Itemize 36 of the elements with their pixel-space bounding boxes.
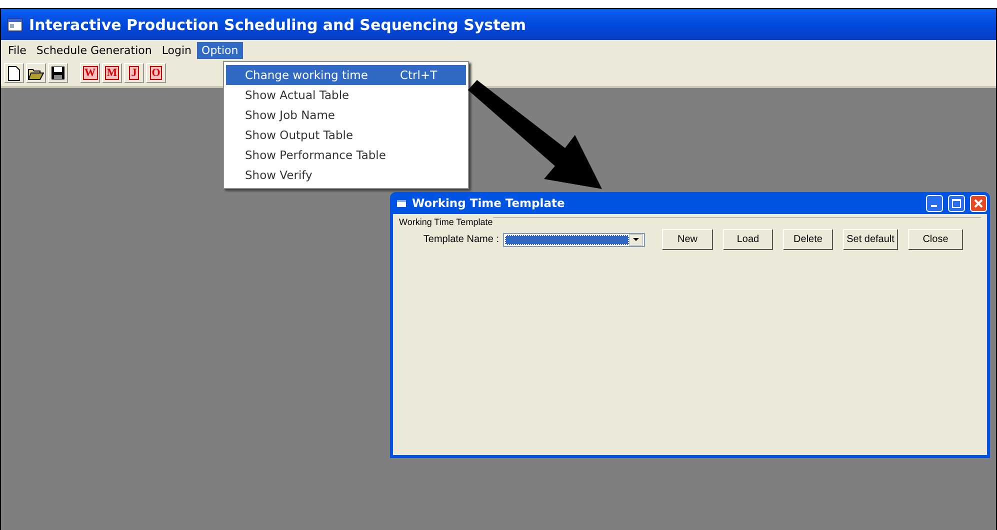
close-button[interactable] [970,194,987,212]
dialog-button[interactable]: Delete [783,229,833,250]
toolbar-button[interactable] [4,63,24,83]
dialog-button[interactable]: Close [908,229,963,250]
dialog-button[interactable]: Load [723,229,773,250]
menu-item[interactable]: Option [196,42,244,58]
group-label: Working Time Template [399,217,493,227]
template-name-dropdown[interactable] [503,232,645,246]
shortcut-label: Ctrl+T [400,68,438,82]
menu-item[interactable]: File [3,42,32,58]
menu-item[interactable]: Schedule Generation [31,42,157,58]
menu-option[interactable]: Show Verify [226,165,466,185]
window-icon [397,198,407,208]
menu-option[interactable]: Show Job Name [226,105,466,125]
menu-option[interactable]: Show Actual Table [226,85,466,105]
letter-icon: O [150,66,162,80]
maximize-button[interactable] [948,194,965,212]
menu-option[interactable]: Change working time Ctrl+T [226,65,466,85]
document-icon [8,66,20,80]
window-title: Interactive Production Scheduling and Sequencing System [29,16,526,34]
dialog-button[interactable]: New [662,229,713,250]
caret-icon [633,238,639,241]
minimize-button[interactable] [926,194,943,212]
field-label: Template Name : [422,234,499,245]
toolbar-button[interactable] [48,63,68,83]
menu-option[interactable]: Show Performance Table [226,145,466,165]
menu-item[interactable]: Login [156,42,197,58]
dialog-button[interactable]: Set default [843,229,898,250]
menu-option[interactable]: Show Output Table [226,125,466,145]
app-icon [7,18,23,32]
letter-icon: J [129,66,139,80]
toolbar-button[interactable] [26,63,46,83]
maximize-icon [952,198,961,208]
dialog-title: Working Time Template [412,196,566,210]
close-icon [974,198,983,208]
folder-icon [28,66,44,80]
